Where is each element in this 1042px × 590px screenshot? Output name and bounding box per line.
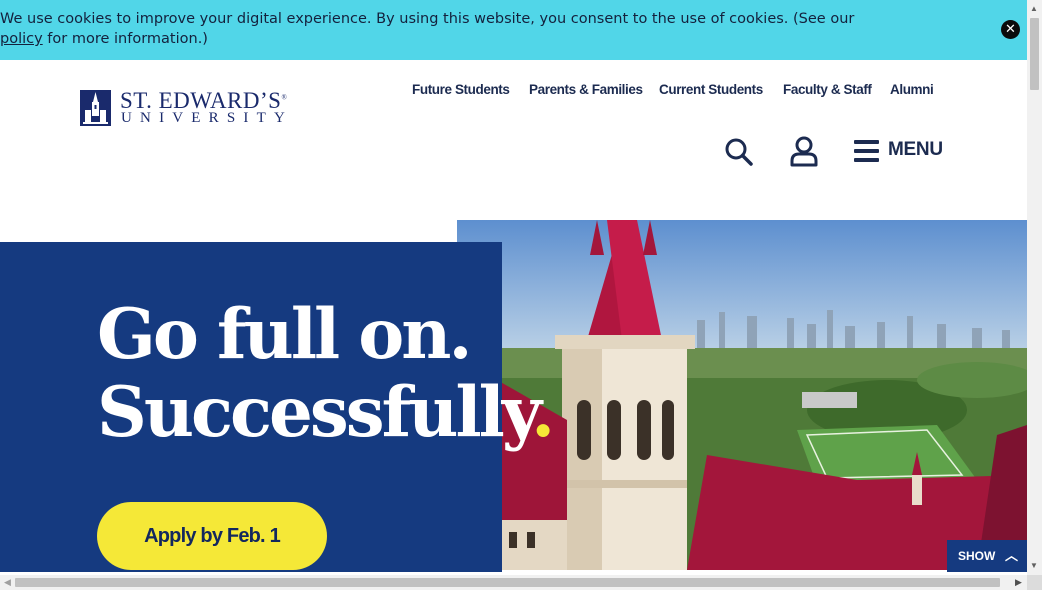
nav-current-students[interactable]: Current Students [659,82,763,97]
nav-parents-families[interactable]: Parents & Families [529,82,643,97]
logo-trademark: ® [281,93,288,102]
logo-subtitle: UNIVERSITY [121,110,293,126]
show-label: SHOW [958,549,996,563]
page: We use cookies to improve your digital e… [0,0,1042,590]
scroll-up-icon[interactable]: ▲ [1030,4,1038,13]
show-toggle[interactable]: SHOW ︿ [947,540,1027,572]
cookie-message: We use cookies to improve your digital e… [0,9,900,49]
university-logo[interactable]: ST. EDWARD’S® UNIVERSITY [80,88,305,128]
headline-line1: Go full on. [97,294,472,375]
horizontal-scrollbar[interactable]: ◀ ▶ [0,575,1042,590]
scroll-left-icon[interactable]: ◀ [4,577,11,588]
headline-dot: . [531,372,555,453]
scrollbar-corner [1027,575,1042,590]
nav-alumni[interactable]: Alumni [890,82,934,97]
horizontal-scroll-thumb[interactable] [15,578,1000,587]
tower-icon [80,90,111,126]
headline-line2: Successfully. [97,372,555,453]
nav-faculty-staff[interactable]: Faculty & Staff [783,82,872,97]
scroll-right-icon[interactable]: ▶ [1015,577,1022,588]
chevron-up-icon: ︿ [1005,548,1019,563]
cookie-policy-link[interactable]: policy [0,31,43,47]
cookie-banner: We use cookies to improve your digital e… [0,0,1027,60]
scroll-down-icon[interactable]: ▼ [1030,561,1038,570]
cookie-text-end: for more information.) [42,31,208,47]
hero-headline: Go full on. Successfully. [97,294,555,453]
vertical-scrollbar[interactable]: ▲ ▼ [1027,0,1042,575]
user-icon[interactable] [789,136,819,168]
apply-button[interactable]: Apply by Feb. 1 [97,502,327,570]
nav-future-students[interactable]: Future Students [412,82,510,97]
search-icon[interactable] [724,137,754,167]
menu-label[interactable]: MENU [888,139,943,161]
vertical-scroll-thumb[interactable] [1030,18,1039,90]
close-icon[interactable]: ✕ [1001,20,1020,39]
hamburger-icon[interactable] [854,138,880,164]
cookie-text: We use cookies to improve your digital e… [0,11,855,27]
